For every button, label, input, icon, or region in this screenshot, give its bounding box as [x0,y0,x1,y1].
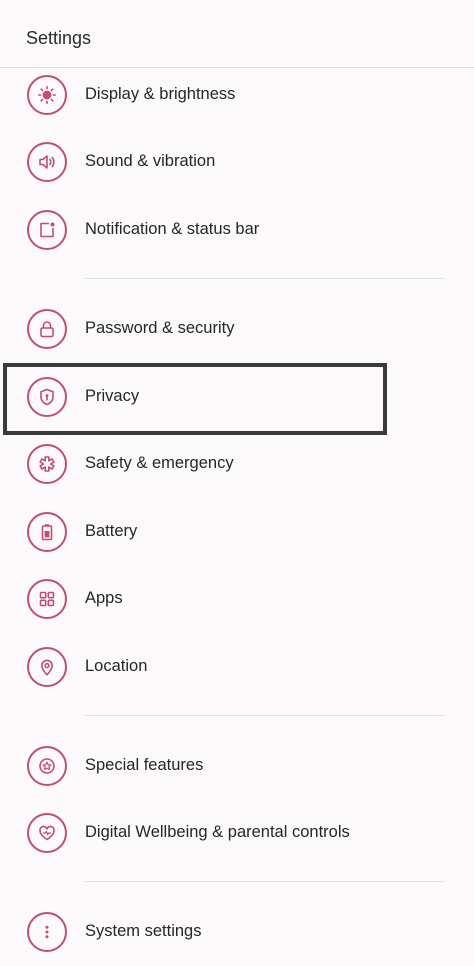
section-divider [85,715,445,716]
settings-item-display[interactable]: Display & brightness [0,62,474,128]
settings-item-label: Battery [85,522,138,540]
settings-item-password[interactable]: Password & security [0,296,474,362]
heart-icon [27,813,67,853]
apps-grid-icon [27,579,67,619]
settings-item-digital-wellbeing[interactable]: Digital Wellbeing & parental controls [0,800,474,866]
settings-item-label: Notification & status bar [85,220,260,238]
section-divider [85,881,445,882]
star-icon [27,746,67,786]
speaker-icon [27,142,67,182]
settings-item-label: Sound & vibration [85,152,216,170]
settings-item-label: Apps [85,589,123,607]
app-header: Settings [0,0,474,68]
settings-item-label: Display & brightness [85,85,236,103]
page-title: Settings [26,28,92,48]
lock-icon [27,309,67,349]
settings-item-safety[interactable]: Safety & emergency [0,431,474,497]
settings-item-label: Digital Wellbeing & parental controls [85,823,350,841]
settings-item-sound[interactable]: Sound & vibration [0,129,474,195]
settings-item-label: Special features [85,756,204,774]
sun-icon [27,75,67,115]
settings-item-label: Password & security [85,319,235,337]
settings-item-notification[interactable]: Notification & status bar [0,197,474,263]
settings-item-label: Privacy [85,387,140,405]
battery-icon [27,512,67,552]
settings-item-label: System settings [85,922,202,940]
settings-item-label: Location [85,657,148,675]
more-vertical-icon [27,912,67,952]
settings-item-battery[interactable]: Battery [0,499,474,565]
settings-item-privacy[interactable]: Privacy [0,364,474,430]
settings-item-location[interactable]: Location [0,634,474,700]
settings-item-system[interactable]: System settings [0,899,474,965]
settings-item-apps[interactable]: Apps [0,566,474,632]
section-divider [85,278,445,279]
settings-screen: Settings Display & brightness Sound & vi… [0,0,474,966]
settings-item-label: Safety & emergency [85,454,234,472]
shield-icon [27,377,67,417]
location-pin-icon [27,647,67,687]
settings-item-special-features[interactable]: Special features [0,733,474,799]
asterisk-icon [27,444,67,484]
notification-icon [27,210,67,250]
